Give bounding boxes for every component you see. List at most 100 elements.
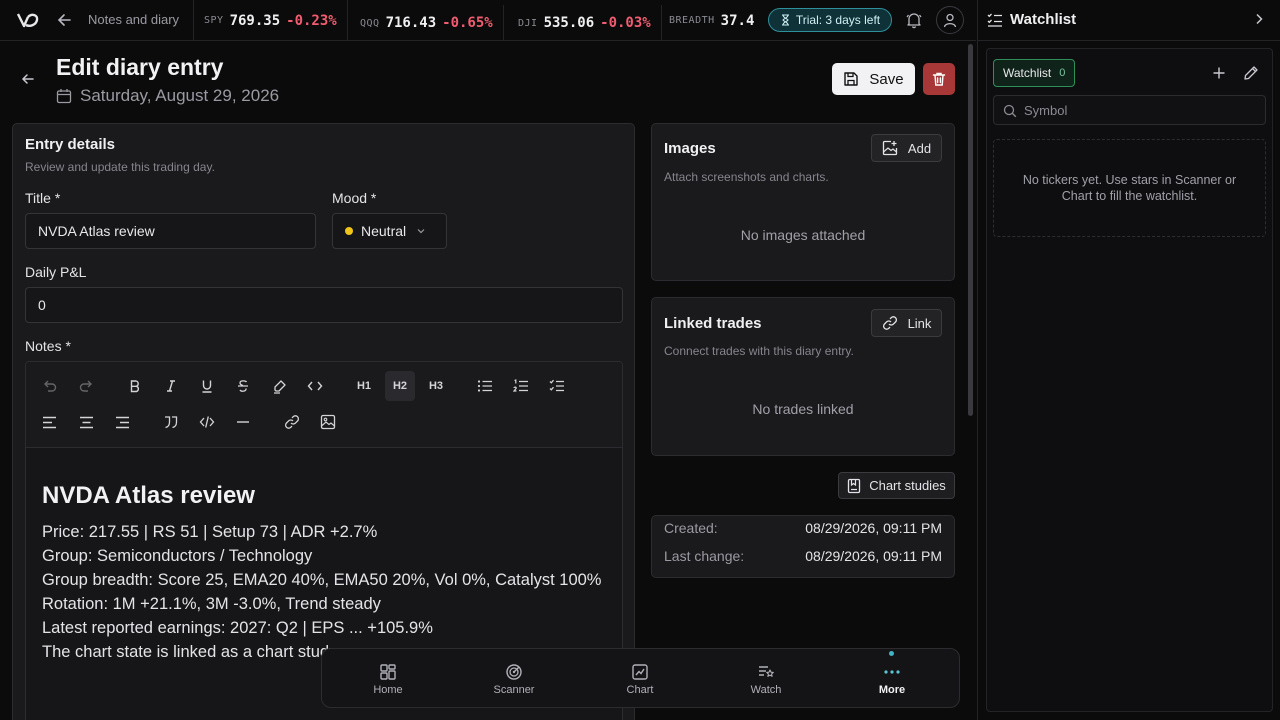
heading1-button[interactable]: H1 bbox=[349, 371, 379, 401]
editor-toolbar: H1 H2 H3 bbox=[26, 362, 622, 448]
save-button[interactable]: Save bbox=[832, 63, 915, 95]
italic-icon bbox=[167, 380, 175, 392]
page-date: Saturday, August 29, 2026 bbox=[56, 86, 279, 106]
image-button[interactable] bbox=[313, 407, 343, 437]
linked-trades-subtitle: Connect trades with this diary entry. bbox=[664, 344, 854, 358]
delete-button[interactable] bbox=[923, 63, 955, 95]
chevron-right-icon[interactable] bbox=[1252, 12, 1266, 26]
logo-icon[interactable] bbox=[16, 9, 40, 31]
main-scrollbar[interactable] bbox=[968, 44, 973, 416]
created-value: 08/29/2026, 09:11 PM bbox=[805, 520, 942, 536]
underline-button[interactable] bbox=[192, 371, 222, 401]
nav-chart[interactable]: Chart bbox=[600, 663, 680, 696]
mood-select[interactable]: Neutral bbox=[332, 213, 447, 249]
title-input[interactable]: NVDA Atlas review bbox=[25, 213, 316, 249]
highlighter-icon bbox=[273, 379, 286, 394]
nav-label: Chart bbox=[626, 684, 654, 696]
chart-studies-button[interactable]: Chart studies bbox=[838, 472, 955, 499]
align-center-button[interactable] bbox=[71, 407, 101, 437]
ticker-spy[interactable]: SPY 769.35 -0.23% bbox=[194, 0, 348, 41]
bullet-list-icon bbox=[477, 380, 492, 392]
bullet-list-button[interactable] bbox=[470, 371, 500, 401]
watchlist-header: Watchlist bbox=[978, 0, 1280, 41]
trial-badge[interactable]: Trial: 3 days left bbox=[768, 8, 892, 32]
date-label: Saturday, August 29, 2026 bbox=[80, 86, 280, 105]
doc-line: Price: 217.55 | RS 51 | Setup 73 | ADR +… bbox=[42, 523, 378, 541]
align-right-button[interactable] bbox=[107, 407, 137, 437]
linked-trades-title: Linked trades bbox=[664, 315, 762, 332]
mood-value: Neutral bbox=[361, 223, 407, 239]
ticker-change: -0.65% bbox=[442, 15, 493, 31]
code-block-icon bbox=[199, 416, 215, 428]
pencil-icon[interactable] bbox=[1243, 65, 1259, 81]
image-icon bbox=[320, 414, 336, 430]
watchlist-tab[interactable]: Watchlist 0 bbox=[993, 59, 1076, 87]
ticker-price: 769.35 bbox=[229, 12, 281, 29]
align-left-button[interactable] bbox=[34, 407, 64, 437]
save-label: Save bbox=[869, 70, 904, 88]
back-arrow-icon[interactable] bbox=[56, 11, 74, 29]
entry-details-subtitle: Review and update this trading day. bbox=[25, 160, 215, 174]
doc-heading: NVDA Atlas review bbox=[42, 482, 255, 509]
notes-label: Notes * bbox=[25, 338, 71, 354]
nav-scanner[interactable]: Scanner bbox=[474, 663, 554, 696]
page-back-icon[interactable] bbox=[20, 71, 36, 87]
ticker-change: -0.03% bbox=[600, 15, 651, 31]
heading2-button[interactable]: H2 bbox=[385, 371, 415, 401]
code-button[interactable] bbox=[300, 371, 330, 401]
breadcrumb[interactable]: Notes and diary bbox=[88, 12, 179, 27]
linked-trades-empty: No trades linked bbox=[752, 401, 854, 417]
plus-icon[interactable] bbox=[1211, 65, 1227, 81]
nav-watch[interactable]: Watch bbox=[726, 663, 806, 696]
calendar-icon bbox=[56, 89, 72, 104]
watchlist-search-input[interactable]: Symbol bbox=[993, 95, 1266, 125]
link-trade-button[interactable]: Link bbox=[871, 309, 942, 337]
pnl-label: Daily P&L bbox=[25, 264, 87, 280]
ticker-price: 535.06 bbox=[543, 15, 595, 31]
code-block-button[interactable] bbox=[192, 407, 222, 437]
entry-details-card: Entry details Review and update this tra… bbox=[12, 123, 635, 720]
app: Notes and diary SPY 769.35 -0.23% QQQ 71… bbox=[0, 0, 1280, 720]
trial-label: Trial: 3 days left bbox=[795, 13, 881, 27]
notes-document[interactable]: NVDA Atlas review Price: 217.55 | RS 51 … bbox=[42, 482, 602, 664]
watchlist-panel: Watchlist Watchlist 0 Symbol No tickers … bbox=[977, 0, 1280, 720]
task-list-button[interactable] bbox=[542, 371, 572, 401]
ticker-dji[interactable]: DJI 535.06 -0.03% bbox=[508, 5, 662, 41]
radar-icon bbox=[506, 664, 522, 680]
quote-icon bbox=[165, 416, 178, 429]
blockquote-button[interactable] bbox=[156, 407, 186, 437]
redo-button[interactable] bbox=[71, 371, 101, 401]
search-placeholder: Symbol bbox=[1024, 102, 1068, 118]
undo-icon bbox=[44, 380, 57, 392]
ticker-qqq[interactable]: QQQ 716.43 -0.65% bbox=[350, 5, 504, 41]
link-button[interactable] bbox=[277, 407, 307, 437]
doc-line: Group: Semiconductors / Technology bbox=[42, 547, 313, 565]
undo-button[interactable] bbox=[35, 371, 65, 401]
align-center-icon bbox=[79, 416, 93, 428]
ordered-list-button[interactable] bbox=[506, 371, 536, 401]
italic-button[interactable] bbox=[156, 371, 186, 401]
watchlist-tab-label: Watchlist bbox=[1003, 66, 1052, 80]
ticker-symbol: DJI bbox=[518, 17, 538, 29]
checklist-icon bbox=[987, 13, 1002, 27]
bell-icon[interactable] bbox=[905, 11, 923, 29]
watchlist-empty: No tickers yet. Use stars in Scanner or … bbox=[993, 139, 1266, 237]
nav-label: Watch bbox=[750, 684, 782, 696]
highlight-button[interactable] bbox=[264, 371, 294, 401]
last-change-row: Last change: 08/29/2026, 09:11 PM bbox=[664, 548, 942, 564]
image-plus-icon bbox=[882, 140, 898, 156]
ticker-breadth[interactable]: BREADTH 37.4 bbox=[659, 0, 755, 41]
user-avatar-button[interactable] bbox=[936, 6, 964, 34]
bold-button[interactable] bbox=[120, 371, 150, 401]
heading3-button[interactable]: H3 bbox=[421, 371, 451, 401]
chart-studies-label: Chart studies bbox=[869, 478, 946, 493]
pnl-input[interactable]: 0 bbox=[25, 287, 623, 323]
user-icon bbox=[943, 13, 957, 28]
nav-home[interactable]: Home bbox=[348, 663, 428, 696]
add-image-button[interactable]: Add bbox=[871, 134, 942, 162]
images-card: Images Attach screenshots and charts. Ad… bbox=[651, 123, 955, 281]
ticker-price: 37.4 bbox=[720, 12, 755, 29]
strikethrough-button[interactable] bbox=[228, 371, 258, 401]
nav-more[interactable]: More bbox=[852, 663, 932, 696]
horizontal-rule-button[interactable] bbox=[228, 407, 258, 437]
